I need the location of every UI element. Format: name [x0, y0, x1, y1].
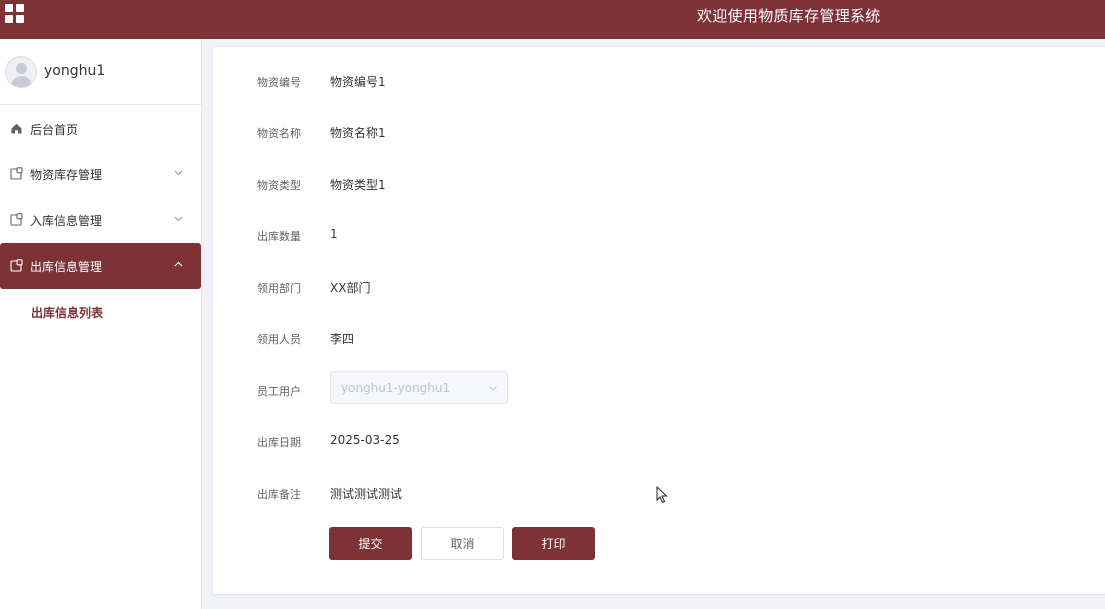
field-value: 1 — [330, 227, 338, 241]
field-label: 物资编号 — [257, 76, 301, 89]
sidebar-item-label: 物资库存管理 — [30, 168, 103, 182]
sidebar-item-inbound[interactable]: 入库信息管理 — [0, 197, 201, 243]
field-value: 物资编号1 — [330, 75, 386, 89]
field-label: 物资类型 — [257, 179, 301, 192]
field-label: 物资名称 — [257, 127, 301, 140]
form-row-outbound-date: 出库日期 2025-03-25 — [213, 429, 1013, 453]
form-row-outbound-qty: 出库数量 1 — [213, 223, 1013, 247]
chevron-up-icon — [174, 261, 183, 267]
select-value: yonghu1-yonghu1 — [341, 381, 451, 395]
chevron-down-icon — [174, 170, 183, 176]
form-row-item-name: 物资名称 物资名称1 — [213, 120, 1013, 144]
sidebar-subitem-label: 出库信息列表 — [31, 306, 104, 320]
field-label: 领用部门 — [257, 282, 301, 295]
doc-icon — [10, 259, 23, 272]
sidebar-item-home[interactable]: 后台首页 — [0, 106, 201, 152]
mouse-cursor-icon — [656, 486, 668, 504]
field-label: 出库数量 — [257, 230, 301, 243]
field-label: 出库备注 — [257, 488, 301, 501]
top-header: 欢迎使用物质库存管理系统 — [0, 0, 1105, 39]
username: yonghu1 — [44, 63, 106, 79]
cancel-button[interactable]: 取消 — [421, 527, 504, 560]
chevron-down-icon — [489, 386, 497, 391]
field-label: 领用人员 — [257, 333, 301, 346]
sidebar-item-inventory[interactable]: 物资库存管理 — [0, 151, 201, 197]
field-value: 2025-03-25 — [330, 433, 400, 447]
doc-icon — [10, 213, 23, 226]
form-row-item-number: 物资编号 物资编号1 — [213, 69, 1013, 93]
field-value: 李四 — [330, 332, 355, 346]
grid-icon[interactable] — [5, 4, 24, 23]
employee-user-select[interactable]: yonghu1-yonghu1 — [330, 371, 508, 404]
field-value: XX部门 — [330, 281, 371, 295]
sidebar-item-label: 出库信息管理 — [30, 260, 103, 274]
sidebar-item-label: 后台首页 — [30, 123, 79, 137]
field-label: 员工用户 — [257, 385, 301, 398]
field-value: 物资名称1 — [330, 126, 386, 140]
user-avatar-icon[interactable] — [5, 56, 37, 88]
sidebar-item-label: 入库信息管理 — [30, 214, 103, 228]
form-row-recipient: 领用人员 李四 — [213, 326, 1013, 350]
field-label: 出库日期 — [257, 436, 301, 449]
field-value: 测试测试测试 — [330, 487, 403, 501]
home-icon — [11, 123, 22, 134]
form-row-remarks: 出库备注 测试测试测试 — [213, 481, 1013, 505]
sidebar: yonghu1 后台首页 物资库存管理 入库信息管理 出库信息管理 出库信息列表 — [0, 39, 202, 609]
form-row-department: 领用部门 XX部门 — [213, 275, 1013, 299]
sidebar-item-outbound[interactable]: 出库信息管理 — [0, 243, 201, 289]
submit-button[interactable]: 提交 — [329, 527, 412, 560]
page-title: 欢迎使用物质库存管理系统 — [697, 7, 881, 25]
field-value: 物资类型1 — [330, 178, 386, 192]
user-panel: yonghu1 — [0, 39, 201, 105]
sidebar-subitem-outbound-list[interactable]: 出库信息列表 — [0, 290, 201, 330]
chevron-down-icon — [174, 216, 183, 222]
form-row-employee-user: 员工用户 yonghu1-yonghu1 — [213, 371, 1013, 404]
detail-form-card: 物资编号 物资编号1 物资名称 物资名称1 物资类型 物资类型1 出库数量 1 … — [212, 46, 1105, 595]
form-row-item-type: 物资类型 物资类型1 — [213, 172, 1013, 196]
doc-icon — [10, 167, 23, 180]
print-button[interactable]: 打印 — [512, 527, 595, 560]
